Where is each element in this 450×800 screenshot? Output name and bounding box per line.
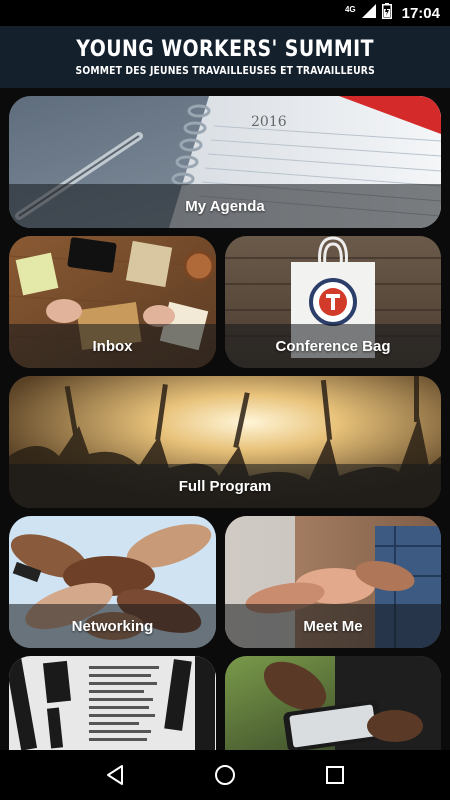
recents-icon [326, 766, 344, 784]
tile-label: My Agenda [185, 197, 265, 215]
tile-label: Full Program [178, 477, 272, 495]
tile-label: Conference Bag [275, 337, 391, 355]
agenda-year-text: 2016 [251, 114, 287, 130]
tile-conference-bag[interactable]: Conference Bag [225, 236, 441, 368]
battery-icon [381, 2, 392, 24]
tile-meet-me[interactable]: Meet Me [225, 516, 441, 648]
tile-my-agenda[interactable]: 2016 My Agenda [9, 96, 441, 228]
tile-newspapers[interactable] [9, 656, 216, 750]
clock: 17:04 [401, 4, 440, 22]
tile-label-bar: Networking [9, 604, 216, 648]
tile-label: Networking [71, 617, 154, 635]
smartphone-hands-photo [225, 656, 441, 750]
home-button[interactable] [205, 755, 245, 795]
back-button[interactable] [95, 755, 135, 795]
back-icon [107, 765, 123, 785]
app-subtitle: SOMMET DES JEUNES TRAVAILLEUSES ET TRAVA… [75, 64, 375, 77]
tile-full-program[interactable]: Full Program [9, 376, 441, 508]
tile-label-bar: Inbox [9, 324, 216, 368]
system-nav-bar [0, 750, 450, 800]
tile-smartphone[interactable] [225, 656, 441, 750]
tile-label: Inbox [92, 337, 133, 355]
tile-networking[interactable]: Networking [9, 516, 216, 648]
status-bar: 4G 17:04 [0, 0, 450, 26]
recents-button[interactable] [315, 755, 355, 795]
tile-label-bar: Conference Bag [225, 324, 441, 368]
app-header: YOUNG WORKERS' SUMMIT SOMMET DES JEUNES … [0, 26, 450, 88]
tile-inbox[interactable]: Inbox [9, 236, 216, 368]
tile-label: Meet Me [303, 617, 363, 635]
network-type: 4G [344, 4, 356, 14]
app-title: YOUNG WORKERS' SUMMIT [76, 37, 374, 62]
tile-label-bar: My Agenda [9, 184, 441, 228]
newspapers-photo [9, 656, 216, 750]
tile-label-bar: Full Program [9, 464, 441, 508]
home-icon [215, 765, 235, 785]
signal-icon [361, 3, 376, 23]
tile-label-bar: Meet Me [225, 604, 441, 648]
